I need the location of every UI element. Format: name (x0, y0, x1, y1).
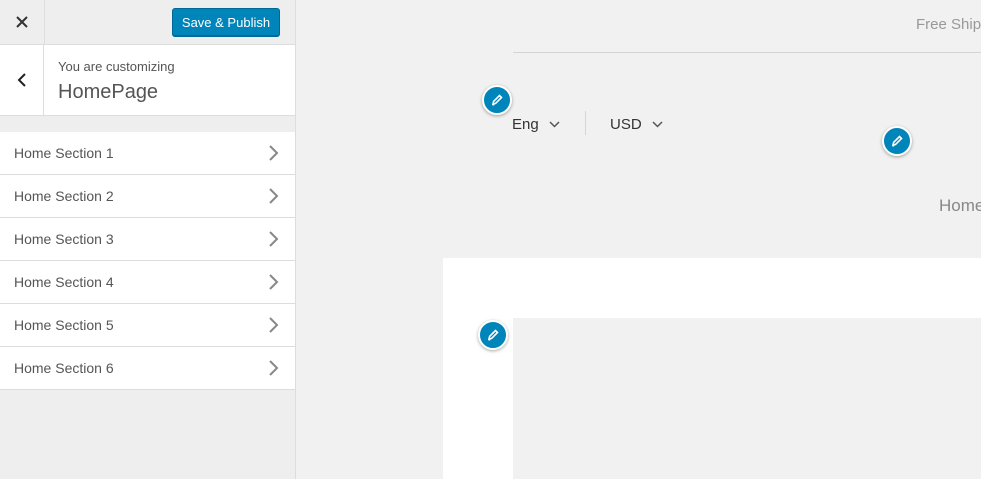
edit-shortcut-language[interactable] (482, 85, 512, 115)
section-item-home-3[interactable]: Home Section 3 (0, 218, 295, 261)
section-item-label: Home Section 5 (14, 317, 114, 333)
nav-link-home[interactable]: Home (939, 196, 981, 216)
section-item-label: Home Section 2 (14, 188, 114, 204)
section-item-home-1[interactable]: Home Section 1 (0, 132, 295, 175)
edit-shortcut-section[interactable] (478, 320, 508, 350)
free-shipping-text: Free Shipp (916, 16, 981, 33)
chevron-right-icon (269, 145, 279, 161)
site-preview: Free Shipp Eng USD Home (296, 0, 981, 479)
section-item-home-4[interactable]: Home Section 4 (0, 261, 295, 304)
customizing-info: You are customizing HomePage (0, 45, 295, 116)
close-button[interactable] (0, 0, 45, 44)
customizer-sidebar: Save & Publish You are customizing HomeP… (0, 0, 296, 479)
chevron-right-icon (269, 360, 279, 376)
section-item-label: Home Section 4 (14, 274, 114, 290)
page-title: HomePage (58, 81, 159, 103)
language-selector[interactable]: Eng (512, 116, 560, 133)
section-spacer (0, 116, 295, 132)
pencil-icon (487, 329, 499, 341)
language-value: Eng (512, 116, 539, 133)
section-list: Home Section 1 Home Section 2 Home Secti… (0, 132, 295, 390)
header-divider (513, 52, 981, 53)
content-placeholder (513, 318, 981, 479)
section-item-home-5[interactable]: Home Section 5 (0, 304, 295, 347)
customizer-header: Save & Publish (0, 0, 295, 45)
close-icon (16, 16, 28, 28)
pencil-icon (891, 135, 903, 147)
section-item-home-2[interactable]: Home Section 2 (0, 175, 295, 218)
pencil-icon (491, 94, 503, 106)
chevron-right-icon (269, 231, 279, 247)
chevron-right-icon (269, 188, 279, 204)
currency-value: USD (610, 116, 642, 133)
selector-divider (585, 111, 586, 135)
edit-shortcut-header[interactable] (882, 126, 912, 156)
section-item-label: Home Section 6 (14, 360, 114, 376)
section-item-label: Home Section 3 (14, 231, 114, 247)
chevron-right-icon (269, 274, 279, 290)
chevron-down-icon (652, 121, 663, 128)
section-item-home-6[interactable]: Home Section 6 (0, 347, 295, 390)
chevron-down-icon (549, 121, 560, 128)
customizing-label: You are customizing (58, 59, 175, 74)
section-item-label: Home Section 1 (14, 145, 114, 161)
chevron-right-icon (269, 317, 279, 333)
back-button[interactable] (0, 45, 44, 115)
currency-selector[interactable]: USD (610, 116, 663, 133)
save-publish-button[interactable]: Save & Publish (172, 8, 280, 36)
chevron-left-icon (17, 73, 26, 87)
